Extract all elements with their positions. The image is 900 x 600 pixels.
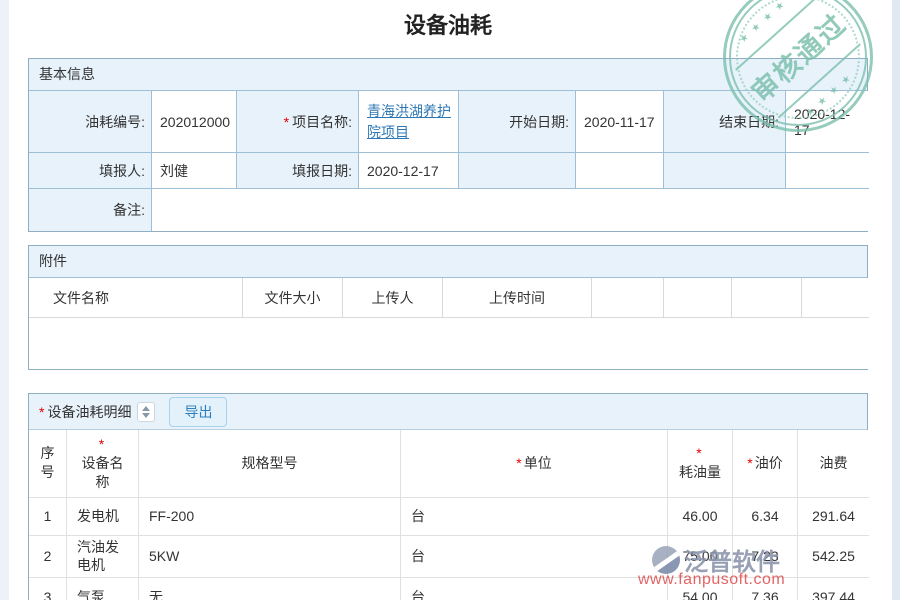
required-star-icon: * <box>516 454 521 473</box>
content-area: 设备油耗 基本信息 油耗编号: 202012000 *项目名称: 青海洪湖养护院… <box>28 0 868 600</box>
detail-col-unit: *单位 <box>401 430 668 498</box>
attachments-table: 文件名称 文件大小 上传人 上传时间 <box>29 278 867 369</box>
attachments-col-uploader: 上传人 <box>343 278 443 318</box>
attachments-col-empty-4 <box>802 278 869 318</box>
attachments-col-file-size: 文件大小 <box>243 278 343 318</box>
detail-cell-seq: 1 <box>29 498 67 536</box>
end-date-label: 结束日期: <box>664 91 786 153</box>
start-date-label: 开始日期: <box>459 91 576 153</box>
project-name-label: *项目名称: <box>237 91 359 153</box>
empty-label-cell-1 <box>459 153 576 189</box>
required-star-icon: * <box>284 114 289 130</box>
page-title: 设备油耗 <box>28 12 868 40</box>
detail-cell-fuel-cost: 291.64 <box>798 498 869 536</box>
sort-toggle-icon[interactable] <box>137 402 155 422</box>
attachments-empty-body <box>29 318 869 369</box>
detail-cell-equipment-name: 发电机 <box>67 498 139 536</box>
detail-col-fuel-price-text: 油价 <box>755 454 783 473</box>
reporter-label: 填报人: <box>29 153 152 189</box>
page: 设备油耗 基本信息 油耗编号: 202012000 *项目名称: 青海洪湖养护院… <box>0 0 900 600</box>
remark-label: 备注: <box>29 189 152 231</box>
fuel-detail-table: 序号 *设备名称 规格型号 *单位 *耗油量 *油价 油费 1 发电机 FF-2… <box>29 430 867 600</box>
fuel-detail-title-text: 设备油耗明细 <box>47 402 131 422</box>
detail-cell-fuel-price: 6.34 <box>733 498 798 536</box>
required-star-icon: * <box>696 444 701 463</box>
basic-info-panel: 基本信息 油耗编号: 202012000 *项目名称: 青海洪湖养护院项目 开始… <box>28 58 868 232</box>
remark-label-text: 备注: <box>113 200 145 220</box>
start-date-label-text: 开始日期: <box>509 112 569 132</box>
detail-col-equipment-name: *设备名称 <box>67 430 139 498</box>
attachments-header: 附件 <box>29 246 867 278</box>
reporter-label-text: 填报人: <box>99 161 145 181</box>
detail-col-fuel-consumption-text: 耗油量 <box>679 463 721 482</box>
fuel-code-value: 202012000 <box>152 91 237 153</box>
start-date-value: 2020-11-17 <box>576 91 664 153</box>
page-left-margin <box>0 0 9 600</box>
detail-cell-unit: 台 <box>401 498 668 536</box>
project-name-link[interactable]: 青海洪湖养护院项目 <box>367 101 454 142</box>
detail-col-equipment-name-text: 设备名称 <box>77 454 128 492</box>
sort-down-icon <box>142 413 150 418</box>
empty-value-cell-2 <box>786 153 869 189</box>
detail-cell-spec-model: FF-200 <box>139 498 401 536</box>
report-date-value: 2020-12-17 <box>359 153 459 189</box>
sort-up-icon <box>142 406 150 411</box>
attachments-col-empty-2 <box>664 278 732 318</box>
detail-cell-equipment-name: 汽油发电机 <box>67 536 139 578</box>
attachments-col-upload-time: 上传时间 <box>443 278 592 318</box>
detail-cell-fuel-consumption: 75.00 <box>668 536 733 578</box>
detail-col-spec-model: 规格型号 <box>139 430 401 498</box>
reporter-value: 刘健 <box>152 153 237 189</box>
detail-cell-seq: 3 <box>29 578 67 600</box>
fuel-detail-section-bar: *设备油耗明细 导出 <box>29 394 867 430</box>
attachments-col-empty-1 <box>592 278 664 318</box>
detail-cell-equipment-name: 气泵 <box>67 578 139 600</box>
required-star-icon: * <box>39 404 44 420</box>
required-star-icon: * <box>99 435 104 454</box>
detail-col-fuel-consumption: *耗油量 <box>668 430 733 498</box>
detail-cell-unit: 台 <box>401 536 668 578</box>
project-name-label-text: 项目名称: <box>292 112 352 132</box>
detail-col-fuel-price: *油价 <box>733 430 798 498</box>
end-date-label-text: 结束日期: <box>719 112 779 132</box>
fuel-code-label-text: 油耗编号: <box>85 112 145 132</box>
basic-info-grid: 油耗编号: 202012000 *项目名称: 青海洪湖养护院项目 开始日期: 2… <box>29 91 867 231</box>
fuel-detail-title: *设备油耗明细 <box>39 402 131 422</box>
empty-label-cell-2 <box>664 153 786 189</box>
detail-cell-fuel-price: 7.23 <box>733 536 798 578</box>
attachments-col-empty-3 <box>732 278 802 318</box>
detail-cell-unit: 台 <box>401 578 668 600</box>
detail-cell-spec-model: 无 <box>139 578 401 600</box>
basic-info-header: 基本信息 <box>29 59 867 91</box>
required-star-icon: * <box>747 454 752 473</box>
detail-col-seq: 序号 <box>29 430 67 498</box>
detail-cell-fuel-consumption: 54.00 <box>668 578 733 600</box>
empty-value-cell-1 <box>576 153 664 189</box>
report-date-label: 填报日期: <box>237 153 359 189</box>
page-right-scroll-area <box>892 0 900 600</box>
fuel-code-label: 油耗编号: <box>29 91 152 153</box>
detail-col-unit-text: 单位 <box>524 454 552 473</box>
end-date-value: 2020-12-17 <box>786 91 869 153</box>
detail-col-fuel-cost: 油费 <box>798 430 869 498</box>
attachments-panel: 附件 文件名称 文件大小 上传人 上传时间 <box>28 245 868 370</box>
project-name-cell: 青海洪湖养护院项目 <box>359 91 459 153</box>
remark-value <box>152 189 869 231</box>
fuel-detail-panel: *设备油耗明细 导出 序号 *设备名称 规格型号 *单位 *耗油量 *油价 油费… <box>28 393 868 600</box>
report-date-label-text: 填报日期: <box>292 161 352 181</box>
export-button[interactable]: 导出 <box>169 397 227 427</box>
detail-cell-fuel-price: 7.36 <box>733 578 798 600</box>
detail-cell-seq: 2 <box>29 536 67 578</box>
detail-cell-fuel-cost: 542.25 <box>798 536 869 578</box>
attachments-col-file-name: 文件名称 <box>29 278 243 318</box>
detail-cell-fuel-consumption: 46.00 <box>668 498 733 536</box>
detail-cell-spec-model: 5KW <box>139 536 401 578</box>
detail-cell-fuel-cost: 397.44 <box>798 578 869 600</box>
